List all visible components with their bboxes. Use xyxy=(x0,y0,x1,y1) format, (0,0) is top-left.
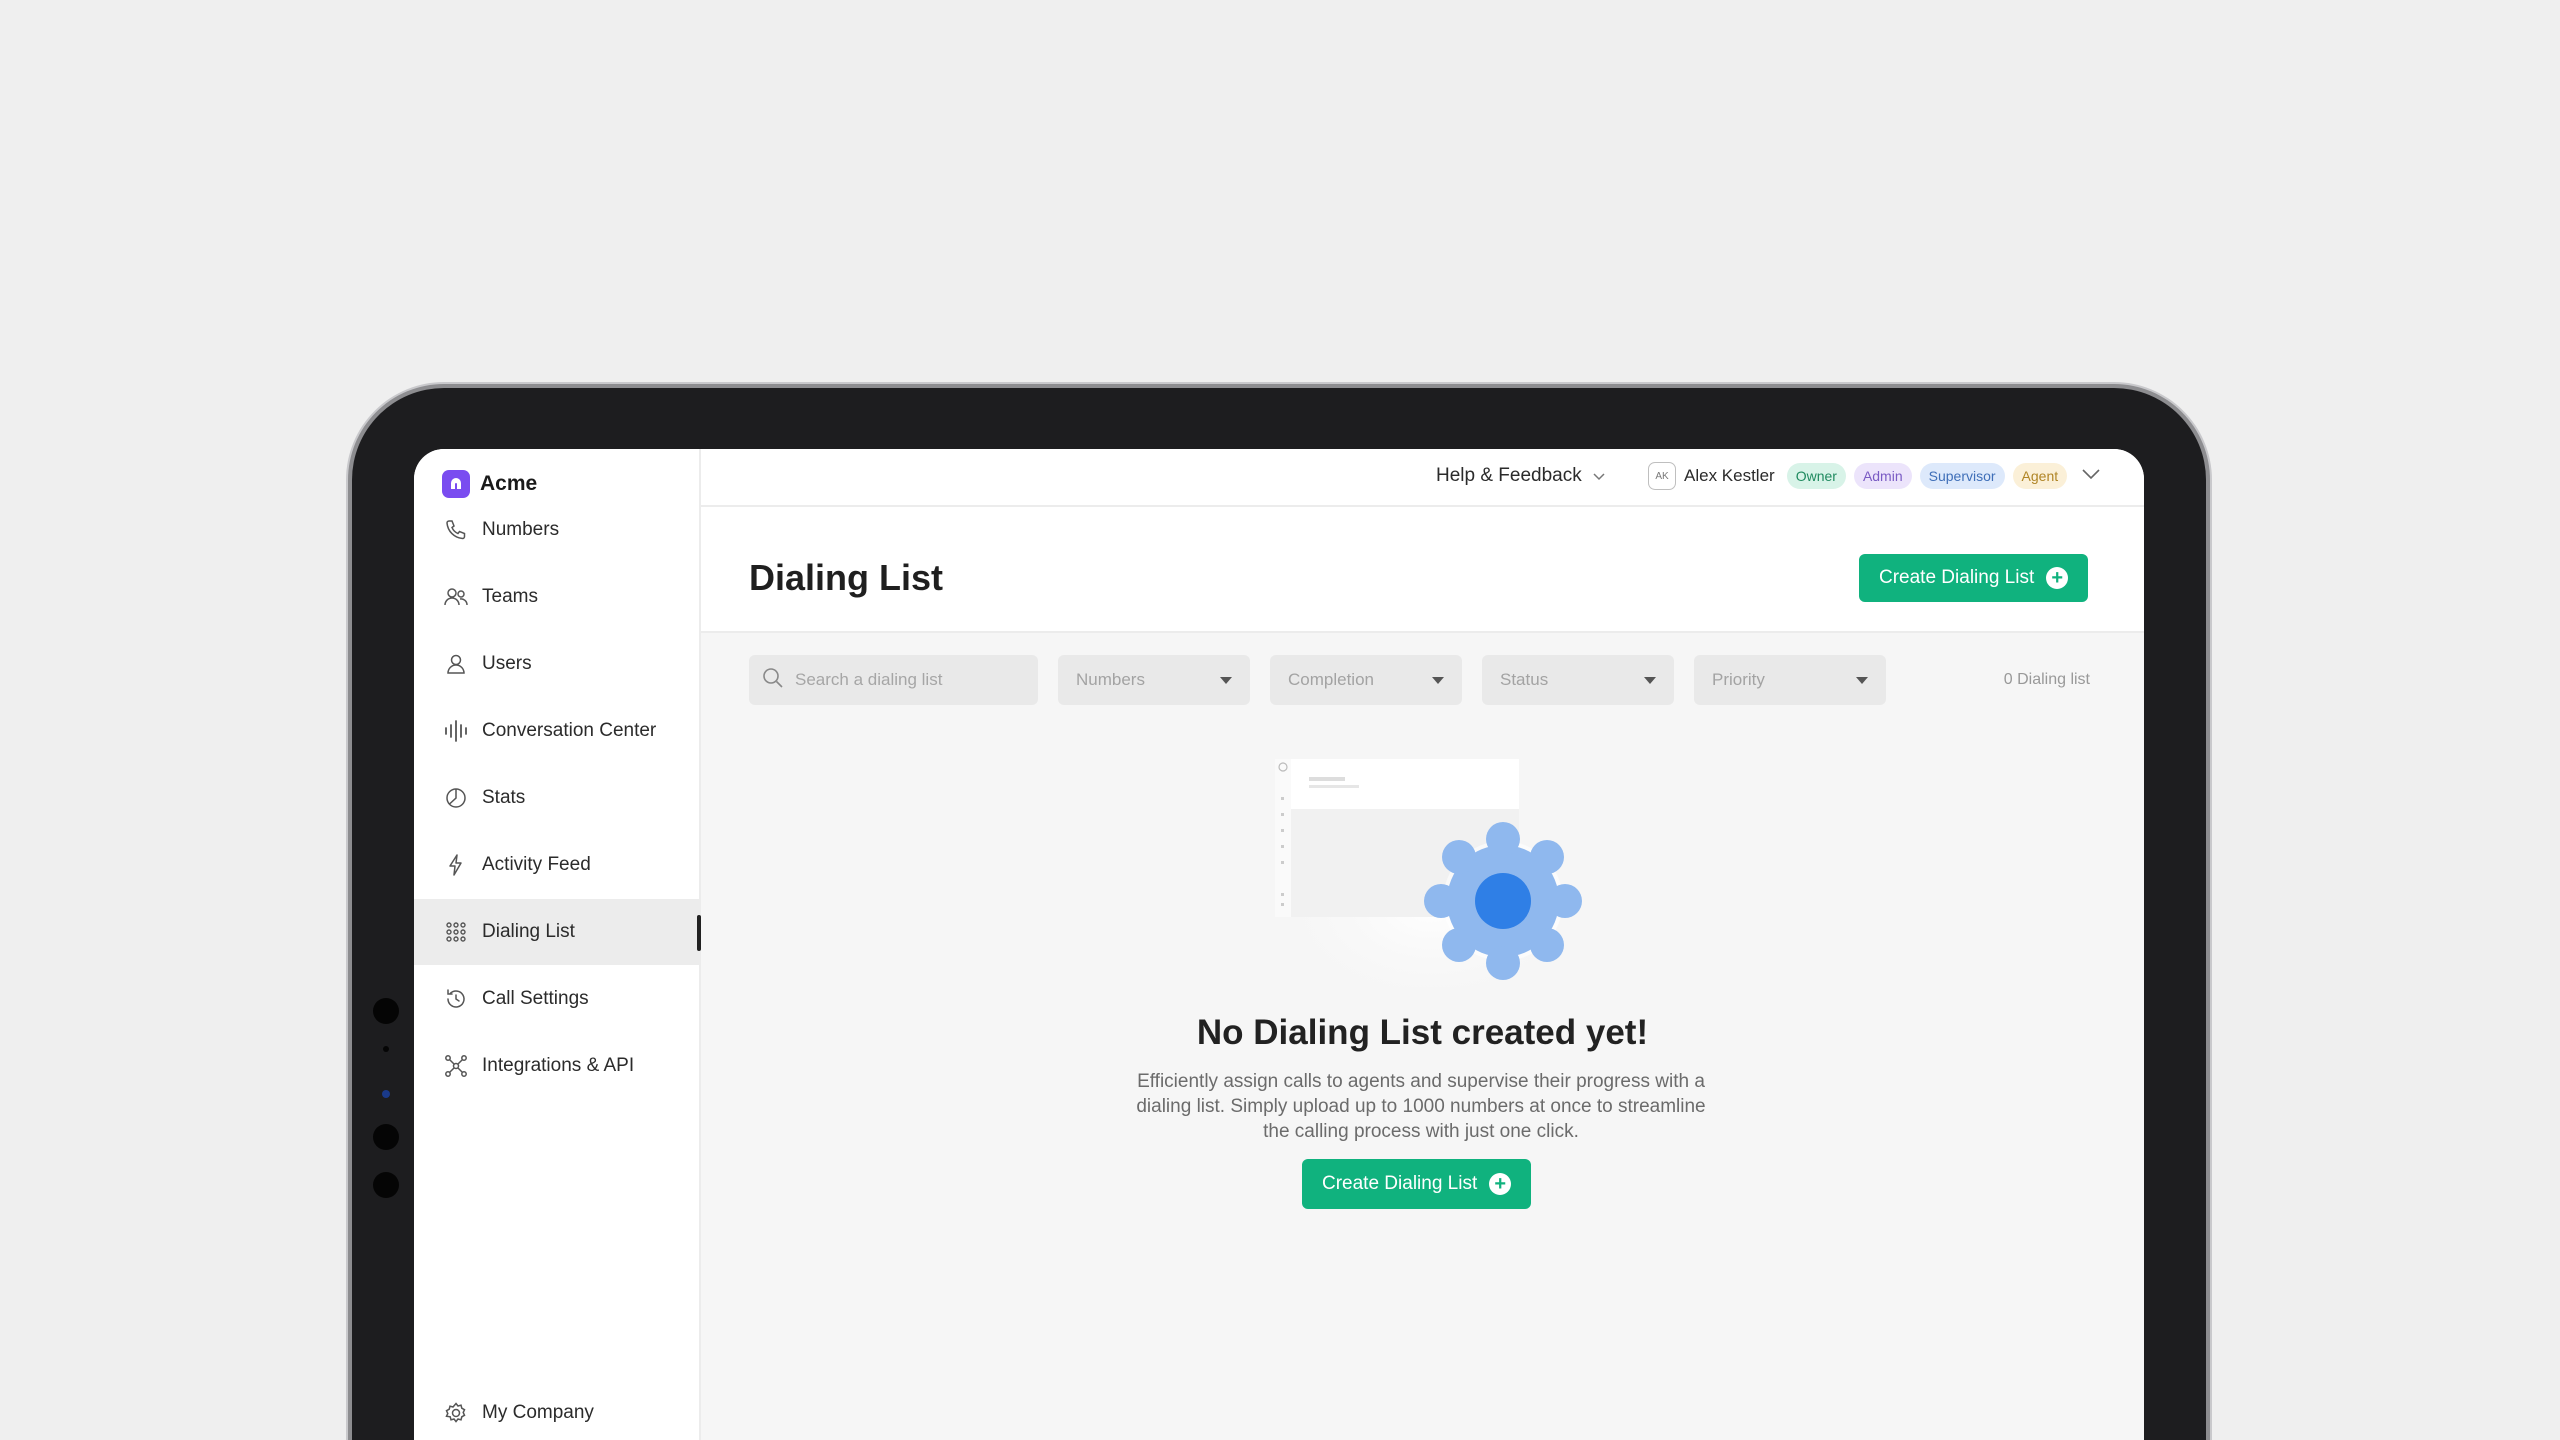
role-badge-owner: Owner xyxy=(1786,463,1846,489)
sidebar-item-label: Teams xyxy=(482,586,538,607)
completion-filter-select[interactable]: Completion xyxy=(1270,655,1462,705)
caret-down-icon xyxy=(1432,676,1444,684)
sidebar-item-label: My Company xyxy=(482,1402,594,1423)
sidebar-item-teams[interactable]: Teams xyxy=(414,564,701,630)
user-name: Alex Kestler xyxy=(1684,466,1775,485)
waveform-icon xyxy=(442,717,470,745)
device-sensor xyxy=(373,1172,399,1198)
select-label: Completion xyxy=(1288,670,1374,689)
select-label: Status xyxy=(1500,670,1549,689)
sidebar-item-label: Conversation Center xyxy=(482,720,657,741)
gear-icon xyxy=(1424,822,1582,980)
empty-state-title: No Dialing List created yet! xyxy=(1196,1013,1649,1052)
select-label: Priority xyxy=(1712,670,1765,689)
sidebar: Acme Numbers Teams Users Conversation Ce… xyxy=(414,449,701,1440)
help-feedback-menu[interactable]: Help & Feedback xyxy=(1436,465,1606,487)
caret-down-icon xyxy=(1856,676,1868,684)
page-title: Dialing List xyxy=(749,557,944,598)
filter-bar: Numbers Completion Status Priority xyxy=(749,655,1886,705)
acme-logo-icon xyxy=(442,470,470,498)
sidebar-item-stats[interactable]: Stats xyxy=(414,765,701,831)
sidebar-item-label: Stats xyxy=(482,787,526,808)
create-dialing-list-label: Create Dialing List xyxy=(1879,567,2035,588)
sidebar-item-activity-feed[interactable]: Activity Feed xyxy=(414,832,701,898)
empty-state-illustration xyxy=(1261,757,1601,1017)
plus-circle-icon: + xyxy=(2046,567,2069,589)
help-feedback-label: Help & Feedback xyxy=(1436,465,1582,486)
user-menu[interactable]: AK Alex Kestler Owner Admin Supervisor A… xyxy=(1648,462,2101,490)
sidebar-item-label: Numbers xyxy=(482,519,560,540)
phone-icon xyxy=(442,516,470,544)
sidebar-item-label: Activity Feed xyxy=(482,854,591,875)
chevron-down-icon xyxy=(1592,465,1606,487)
search-input[interactable] xyxy=(795,670,1025,690)
device-sensor xyxy=(373,998,399,1024)
role-badge-supervisor: Supervisor xyxy=(1919,463,2005,489)
history-icon xyxy=(442,985,470,1013)
status-filter-select[interactable]: Status xyxy=(1482,655,1674,705)
app-screen: Acme Numbers Teams Users Conversation Ce… xyxy=(414,449,2144,1440)
caret-down-icon xyxy=(1220,676,1232,684)
search-icon xyxy=(761,666,785,695)
plus-circle-icon: + xyxy=(1489,1173,1512,1195)
role-badge-agent: Agent xyxy=(2012,463,2068,489)
sidebar-item-dialing-list[interactable]: Dialing List xyxy=(414,899,701,965)
sidebar-item-my-company[interactable]: My Company xyxy=(414,1383,701,1440)
sidebar-item-users[interactable]: Users xyxy=(414,631,701,697)
main-content: Numbers Completion Status Priority 0 Dia… xyxy=(701,633,2144,1440)
gear-icon xyxy=(442,1399,470,1427)
sidebar-item-integrations-api[interactable]: Integrations & API xyxy=(414,1033,701,1099)
avatar: AK xyxy=(1648,462,1676,490)
sidebar-item-call-settings[interactable]: Call Settings xyxy=(414,966,701,1032)
user-icon xyxy=(442,650,470,678)
role-badge-admin: Admin xyxy=(1853,463,1912,489)
brand-name: Acme xyxy=(480,472,538,495)
create-dialing-list-empty-button[interactable]: Create Dialing List + xyxy=(1302,1159,1532,1209)
search-box[interactable] xyxy=(749,655,1038,705)
numbers-filter-select[interactable]: Numbers xyxy=(1058,655,1250,705)
network-icon xyxy=(442,1052,470,1080)
sidebar-item-label: Call Settings xyxy=(482,988,589,1009)
lightning-icon xyxy=(442,851,470,879)
team-icon xyxy=(442,583,470,611)
keypad-icon xyxy=(442,918,470,946)
top-bar: Help & Feedback AK Alex Kestler Owner Ad… xyxy=(701,449,2144,507)
caret-down-icon xyxy=(1644,676,1656,684)
page-header: Dialing List Create Dialing List + xyxy=(701,507,2144,633)
create-dialing-list-button[interactable]: Create Dialing List + xyxy=(1859,554,2089,602)
sidebar-item-label: Integrations & API xyxy=(482,1055,635,1076)
chevron-down-icon[interactable] xyxy=(2081,467,2101,485)
priority-filter-select[interactable]: Priority xyxy=(1694,655,1886,705)
sidebar-item-label: Users xyxy=(482,653,532,674)
create-dialing-list-label: Create Dialing List xyxy=(1322,1173,1478,1194)
device-sensor xyxy=(383,1046,389,1052)
pie-chart-icon xyxy=(442,784,470,812)
sidebar-item-label: Dialing List xyxy=(482,921,575,942)
brand[interactable]: Acme xyxy=(442,469,537,499)
select-label: Numbers xyxy=(1076,670,1145,689)
dialing-list-count: 0 Dialing list xyxy=(2003,671,2090,688)
sidebar-item-numbers[interactable]: Numbers xyxy=(414,497,701,563)
device-sensor xyxy=(373,1124,399,1150)
empty-state-description: Efficiently assign calls to agents and s… xyxy=(1136,1071,1706,1142)
sidebar-nav: Numbers Teams Users Conversation Center xyxy=(414,497,701,1100)
device-camera xyxy=(382,1090,390,1098)
sidebar-item-conversation-center[interactable]: Conversation Center xyxy=(414,698,701,764)
